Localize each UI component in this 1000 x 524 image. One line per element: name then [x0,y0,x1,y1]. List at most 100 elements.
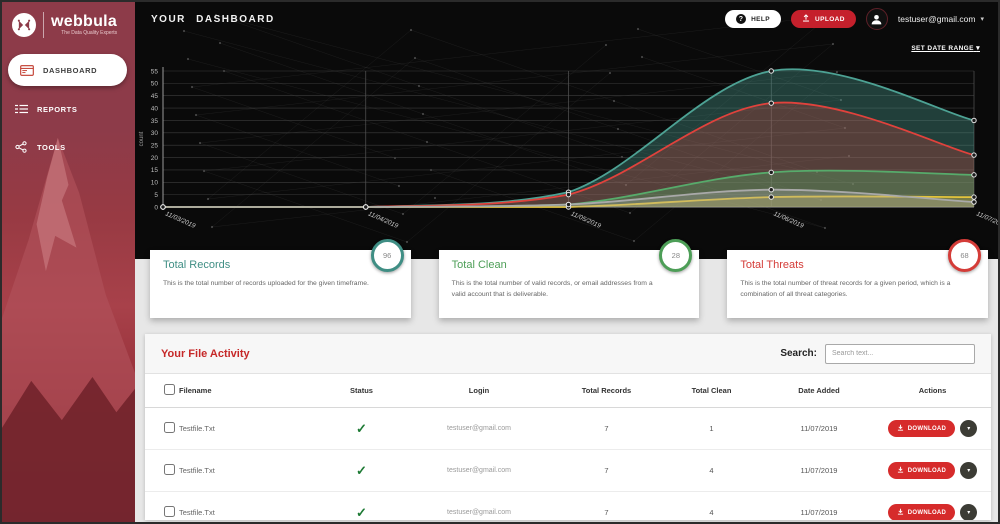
dashboard-dark-section: 0510152025303540455055count11/03/201911/… [135,2,998,259]
card-total-records: Total Records This is the total number o… [150,250,411,318]
cell-total-clean: 1 [659,424,764,433]
table-row: Testfile.Txt ✓ testuser@gmail.com 7 4 11… [145,450,991,492]
chevron-down-icon: ▾ [967,509,970,516]
status-check-icon: ✓ [356,421,367,436]
account-menu[interactable]: testuser@gmail.com ▾ [898,14,984,24]
upload-icon [802,14,810,24]
download-label: DOWNLOAD [908,510,946,516]
sidebar-item-reports[interactable]: REPORTS [2,94,135,124]
svg-text:11/04/2019: 11/04/2019 [367,210,399,230]
webbula-logo: webbula The Data Quality Experts [2,2,135,46]
sidebar-item-label: REPORTS [37,105,77,114]
dashboard-icon [20,64,34,76]
col-actions: Actions [874,386,991,395]
chevron-down-icon: ▾ [967,467,970,474]
download-button[interactable]: DOWNLOAD [888,504,955,520]
col-filename: Filename [179,386,319,395]
upload-button[interactable]: UPLOAD [791,10,856,28]
logo-divider [43,12,44,38]
row-checkbox[interactable] [164,506,175,517]
col-total-clean: Total Clean [659,386,764,395]
download-icon [897,466,904,475]
chevron-down-icon: ▾ [980,15,984,23]
card-description: This is the total number of threat recor… [740,278,956,300]
cell-date-added: 11/07/2019 [764,466,874,475]
webbula-logo-icon [12,13,36,37]
sidebar: webbula The Data Quality Experts DASHBOA… [2,2,135,522]
sidebar-item-label: DASHBOARD [43,66,97,75]
row-checkbox[interactable] [164,422,175,433]
sidebar-item-tools[interactable]: TOOLS [2,132,135,162]
download-label: DOWNLOAD [908,426,946,432]
cell-date-added: 11/07/2019 [764,424,874,433]
cell-filename: Testfile.Txt [179,466,319,475]
sidebar-nav: DASHBOARD REPORTS [2,54,135,162]
main-content: 0510152025303540455055count11/03/201911/… [135,2,998,522]
tools-icon [14,141,28,153]
svg-text:11/07/2019: 11/07/2019 [975,210,1000,230]
card-value-badge: 96 [371,239,404,272]
card-total-clean: Total Clean This is the total number of … [439,250,700,318]
select-all-checkbox[interactable] [164,384,175,395]
card-value-badge: 28 [659,239,692,272]
cell-login: testuser@gmail.com [404,467,554,474]
cell-date-added: 11/07/2019 [764,508,874,517]
set-date-range-link[interactable]: SET DATE RANGE ▾ [911,44,980,52]
row-more-button[interactable]: ▾ [960,504,977,520]
download-button[interactable]: DOWNLOAD [888,462,955,479]
search-label: Search: [780,348,817,359]
app-window: webbula The Data Quality Experts DASHBOA… [0,0,1000,524]
file-activity-panel: Your File Activity Search: Filename Stat… [145,334,991,520]
svg-text:35: 35 [151,118,159,125]
card-title: Total Records [163,259,398,271]
cell-total-clean: 4 [659,466,764,475]
panel-title: Your File Activity [161,348,250,360]
cell-filename: Testfile.Txt [179,508,319,517]
upload-label: UPLOAD [815,16,845,23]
activity-chart: 0510152025303540455055count11/03/201911/… [135,56,1000,234]
col-status: Status [319,386,404,395]
card-title: Total Clean [452,259,687,271]
row-more-button[interactable]: ▾ [960,420,977,437]
brand-tagline: The Data Quality Experts [51,30,117,36]
svg-text:11/06/2019: 11/06/2019 [772,210,804,230]
card-value-badge: 68 [948,239,981,272]
help-button[interactable]: ? HELP [725,10,781,28]
svg-text:15: 15 [151,167,159,174]
topbar: YOUR DASHBOARD ? HELP UPLOAD [135,2,998,36]
avatar[interactable] [866,8,888,30]
search-input[interactable] [825,344,975,364]
table-row: Testfile.Txt ✓ testuser@gmail.com 7 1 11… [145,408,991,450]
question-icon: ? [736,14,746,24]
chevron-down-icon: ▾ [967,425,970,432]
svg-text:20: 20 [151,155,159,162]
status-check-icon: ✓ [356,505,367,520]
page-title: YOUR DASHBOARD [151,14,275,25]
svg-text:5: 5 [154,192,158,199]
svg-text:11/05/2019: 11/05/2019 [570,210,602,230]
mountain-background [2,130,135,522]
account-email: testuser@gmail.com [898,14,976,24]
svg-text:11/03/2019: 11/03/2019 [164,210,196,230]
status-check-icon: ✓ [356,463,367,478]
row-checkbox[interactable] [164,464,175,475]
row-more-button[interactable]: ▾ [960,462,977,479]
set-date-range-label: SET DATE RANGE [911,45,974,52]
cell-filename: Testfile.Txt [179,424,319,433]
help-label: HELP [751,16,770,23]
cell-total-clean: 4 [659,508,764,517]
col-date-added: Date Added [764,386,874,395]
sidebar-item-dashboard[interactable]: DASHBOARD [8,54,127,86]
sidebar-item-label: TOOLS [37,143,66,152]
download-icon [897,424,904,433]
table-header-row: Filename Status Login Total Records Tota… [145,374,991,408]
cell-total-records: 7 [554,508,659,517]
chevron-down-icon: ▾ [976,45,980,52]
svg-text:30: 30 [151,130,159,137]
table-row: Testfile.Txt ✓ testuser@gmail.com 7 4 11… [145,492,991,520]
cell-login: testuser@gmail.com [404,425,554,432]
svg-text:25: 25 [151,142,159,149]
reports-list-icon [14,103,28,115]
download-button[interactable]: DOWNLOAD [888,420,955,437]
svg-text:40: 40 [151,105,159,112]
